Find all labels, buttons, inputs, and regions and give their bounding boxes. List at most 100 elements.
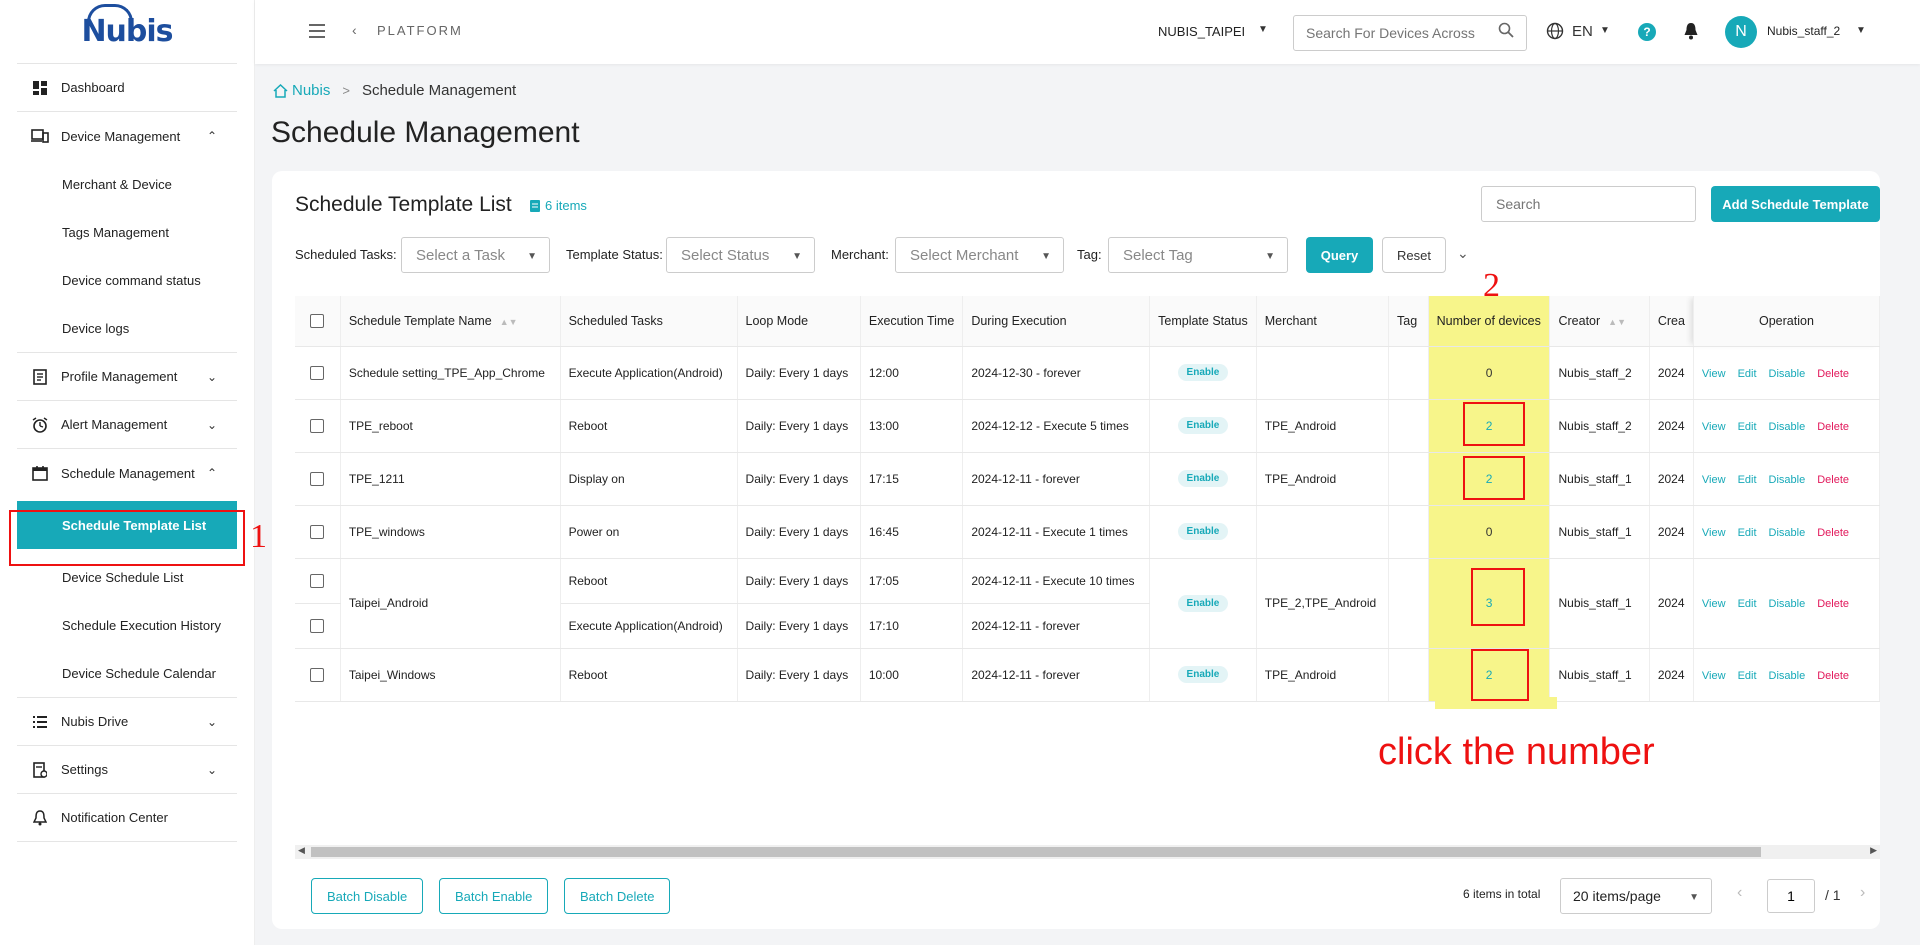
- edit-link[interactable]: Edit: [1738, 474, 1757, 486]
- row-checkbox[interactable]: [310, 418, 325, 433]
- annotation-box: [1463, 402, 1525, 446]
- edit-link[interactable]: Edit: [1738, 527, 1757, 539]
- breadcrumb: Nubis > Schedule Management: [273, 82, 516, 99]
- view-link[interactable]: View: [1702, 474, 1726, 486]
- sidebar-item-notification-center[interactable]: Notification Center: [17, 794, 237, 842]
- language-selector[interactable]: EN: [1572, 23, 1593, 40]
- top-bar: ‹ PLATFORM NUBIS_TAIPEI ▼ EN ▼ ? N Nubis…: [255, 0, 1920, 64]
- merchant-select[interactable]: Select Merchant ▼: [895, 237, 1064, 273]
- batch-delete-button[interactable]: Batch Delete: [564, 878, 671, 914]
- sidebar-item-schedule-execution-history[interactable]: Schedule Execution History: [17, 601, 237, 649]
- globe-icon[interactable]: [1546, 22, 1564, 45]
- template-status-select[interactable]: Select Status ▼: [666, 237, 815, 273]
- template-search-input[interactable]: [1481, 186, 1696, 222]
- query-button[interactable]: Query: [1306, 237, 1373, 273]
- notification-bell-icon[interactable]: [1683, 22, 1699, 45]
- devices-icon: [31, 127, 49, 145]
- search-icon[interactable]: [1498, 22, 1514, 43]
- tenant-selector[interactable]: NUBIS_TAIPEI: [1158, 24, 1245, 39]
- horizontal-scrollbar[interactable]: ◀ ▶: [295, 845, 1880, 859]
- row-checkbox[interactable]: [310, 471, 325, 486]
- disable-link[interactable]: Disable: [1769, 598, 1806, 610]
- add-schedule-template-button[interactable]: Add Schedule Template: [1711, 186, 1880, 222]
- column-header: During Execution: [962, 296, 1151, 347]
- disable-link[interactable]: Disable: [1769, 670, 1806, 682]
- scroll-left-icon[interactable]: ◀: [298, 845, 305, 856]
- scroll-right-icon[interactable]: ▶: [1870, 845, 1877, 856]
- page-size-select[interactable]: 20 items/page ▼: [1560, 878, 1712, 914]
- chevron-left-icon[interactable]: ‹: [352, 22, 357, 38]
- sidebar-item-alert-management[interactable]: Alert Management ⌄: [17, 401, 237, 449]
- sidebar-item-merchant-device[interactable]: Merchant & Device: [17, 160, 237, 208]
- caret-down-icon[interactable]: ▼: [1600, 25, 1610, 36]
- device-search-input[interactable]: [1293, 15, 1527, 51]
- row-checkbox[interactable]: [310, 667, 325, 682]
- merchant: [1256, 505, 1390, 559]
- column-header[interactable]: Creator ▲▼: [1549, 296, 1650, 347]
- row-checkbox[interactable]: [310, 524, 325, 539]
- scrollbar-thumb[interactable]: [311, 847, 1761, 857]
- sidebar-item-schedule-management[interactable]: Schedule Management ⌃: [17, 449, 237, 497]
- merchant: TPE_2,TPE_Android: [1256, 558, 1390, 649]
- select-all-checkbox[interactable]: [310, 314, 325, 329]
- row-checkbox[interactable]: [310, 618, 325, 633]
- view-link[interactable]: View: [1702, 598, 1726, 610]
- logo-text: Nubis: [81, 4, 174, 49]
- username[interactable]: Nubis_staff_2: [1767, 24, 1840, 38]
- help-icon[interactable]: ?: [1638, 23, 1656, 41]
- delete-link[interactable]: Delete: [1817, 670, 1849, 682]
- batch-disable-button[interactable]: Batch Disable: [311, 878, 424, 914]
- avatar[interactable]: N: [1725, 16, 1757, 48]
- edit-link[interactable]: Edit: [1738, 598, 1757, 610]
- prev-page-icon[interactable]: ‹: [1737, 884, 1742, 902]
- delete-link[interactable]: Delete: [1817, 368, 1849, 380]
- row-checkbox[interactable]: [310, 573, 325, 588]
- edit-link[interactable]: Edit: [1738, 670, 1757, 682]
- disable-link[interactable]: Disable: [1769, 474, 1806, 486]
- view-link[interactable]: View: [1702, 421, 1726, 433]
- sidebar-item-device-management[interactable]: Device Management ⌃: [17, 112, 237, 160]
- scheduled-tasks-select[interactable]: Select a Task ▼: [401, 237, 550, 273]
- during-execution: 2024-12-30 - forever: [962, 346, 1151, 400]
- sidebar-item-settings[interactable]: Settings ⌄: [17, 746, 237, 794]
- reset-button[interactable]: Reset: [1382, 237, 1446, 273]
- chevron-down-icon: ⌄: [206, 369, 217, 384]
- disable-link[interactable]: Disable: [1769, 421, 1806, 433]
- delete-link[interactable]: Delete: [1817, 474, 1849, 486]
- scheduled-task: Power on: [560, 505, 738, 559]
- template-name: Schedule setting_TPE_App_Chrome: [340, 346, 561, 400]
- caret-down-icon[interactable]: ▼: [1258, 24, 1268, 35]
- next-page-icon[interactable]: ›: [1860, 884, 1865, 902]
- disable-link[interactable]: Disable: [1769, 527, 1806, 539]
- row-checkbox[interactable]: [310, 365, 325, 380]
- delete-link[interactable]: Delete: [1817, 527, 1849, 539]
- caret-down-icon[interactable]: ▼: [1856, 25, 1866, 36]
- sidebar-item-profile-management[interactable]: Profile Management ⌄: [17, 353, 237, 401]
- menu-icon[interactable]: [309, 24, 325, 38]
- annotation-box: [1463, 456, 1525, 500]
- sidebar-item-device-logs[interactable]: Device logs: [17, 304, 237, 352]
- logo[interactable]: Nubis: [17, 0, 237, 64]
- sidebar-item-device-schedule-calendar[interactable]: Device Schedule Calendar: [17, 649, 237, 697]
- sidebar-item-tags-management[interactable]: Tags Management: [17, 208, 237, 256]
- edit-link[interactable]: Edit: [1738, 368, 1757, 380]
- batch-enable-button[interactable]: Batch Enable: [439, 878, 549, 914]
- platform-label[interactable]: PLATFORM: [377, 23, 463, 38]
- page-number-input[interactable]: [1767, 879, 1815, 913]
- delete-link[interactable]: Delete: [1817, 598, 1849, 610]
- view-link[interactable]: View: [1702, 368, 1726, 380]
- delete-link[interactable]: Delete: [1817, 421, 1849, 433]
- edit-link[interactable]: Edit: [1738, 421, 1757, 433]
- view-link[interactable]: View: [1702, 670, 1726, 682]
- sidebar-item-device-command-status[interactable]: Device command status: [17, 256, 237, 304]
- merchant: [1256, 346, 1390, 400]
- disable-link[interactable]: Disable: [1769, 368, 1806, 380]
- tag-select[interactable]: Select Tag ▼: [1108, 237, 1288, 273]
- column-header[interactable]: Schedule Template Name ▲▼: [340, 296, 561, 347]
- sidebar-item-dashboard[interactable]: Dashboard: [17, 64, 237, 112]
- template-table: Schedule Template Name ▲▼ Scheduled Tasks…: [295, 296, 1880, 708]
- expand-filters-chevron-icon[interactable]: ⌄: [1457, 245, 1469, 262]
- sidebar-item-nubis-drive[interactable]: Nubis Drive ⌄: [17, 698, 237, 746]
- view-link[interactable]: View: [1702, 527, 1726, 539]
- breadcrumb-home[interactable]: Nubis: [273, 82, 330, 99]
